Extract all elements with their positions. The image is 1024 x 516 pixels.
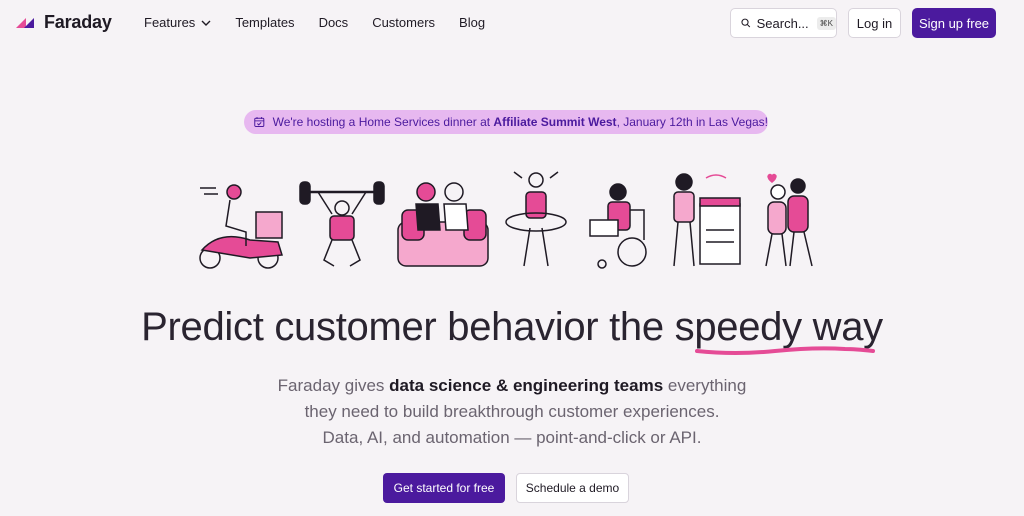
brand-logo[interactable]: Faraday xyxy=(16,12,112,33)
login-button[interactable]: Log in xyxy=(848,8,901,38)
nav-blog[interactable]: Blog xyxy=(459,15,485,30)
nav-links: Features Templates Docs Customers Blog xyxy=(144,15,509,30)
hero-subtitle: Faraday gives data science & engineering… xyxy=(277,376,747,447)
calendar-check-icon xyxy=(254,117,265,128)
nav-docs[interactable]: Docs xyxy=(319,15,349,30)
hero-illustrations xyxy=(199,171,813,269)
nav-features[interactable]: Features xyxy=(144,15,211,30)
banner-text: We're hosting a Home Services dinner at … xyxy=(272,115,768,129)
search-icon xyxy=(741,18,751,28)
nav-customers[interactable]: Customers xyxy=(372,15,435,30)
hula-hoop-illustration xyxy=(505,171,567,267)
search-label: Search... xyxy=(756,15,809,31)
search-button[interactable]: Search... ⌘K xyxy=(730,8,837,38)
headline-emphasis: speedy way xyxy=(675,305,883,355)
faraday-logo-icon xyxy=(16,17,34,28)
chevron-down-icon xyxy=(201,20,211,26)
search-shortcut: ⌘K xyxy=(816,16,836,30)
brand-name: Faraday xyxy=(44,12,112,32)
weightlifter-illustration xyxy=(299,181,385,267)
wheelchair-laptop-illustration xyxy=(589,183,647,269)
signup-button[interactable]: Sign up free xyxy=(912,8,996,38)
hero-headline: Predict customer behavior the speedy way xyxy=(0,305,1024,355)
couple-couch-illustration xyxy=(397,182,489,267)
schedule-demo-button[interactable]: Schedule a demo xyxy=(516,473,629,503)
nav-templates[interactable]: Templates xyxy=(235,15,294,30)
get-started-button[interactable]: Get started for free xyxy=(383,473,505,503)
scooter-delivery-illustration xyxy=(199,184,283,269)
event-banner[interactable]: We're hosting a Home Services dinner at … xyxy=(244,110,768,134)
copier-woman-illustration xyxy=(673,173,741,267)
dancing-couple-illustration xyxy=(765,173,813,267)
squiggle-underline xyxy=(694,346,875,355)
top-nav: Faraday Features Templates Docs Customer… xyxy=(0,0,1024,46)
